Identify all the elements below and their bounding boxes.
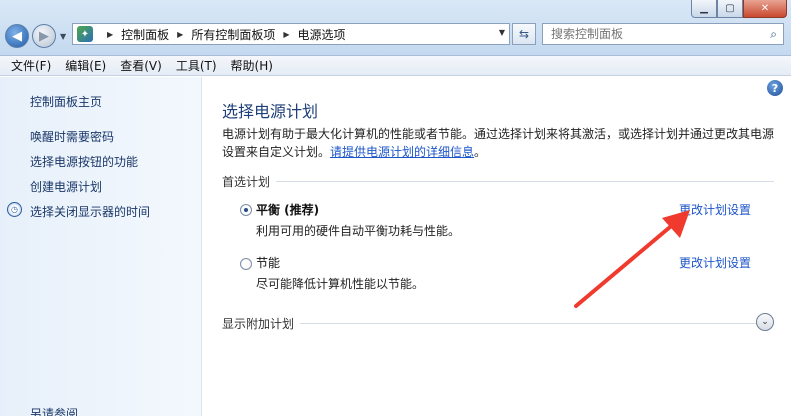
- sidebar-item-wake-password[interactable]: 唤醒时需要密码: [30, 128, 114, 145]
- address-bar[interactable]: ✦ ▶ 控制面板 ▶ 所有控制面板项 ▶ 电源选项 ▼: [72, 23, 510, 45]
- forward-button[interactable]: ▶: [32, 24, 56, 48]
- power-saver-plan-name[interactable]: 节能: [256, 254, 280, 271]
- breadcrumb-separator-icon[interactable]: ▶: [177, 30, 183, 39]
- power-plan-info-link[interactable]: 请提供电源计划的详细信息: [330, 145, 474, 159]
- recent-pages-dropdown-icon[interactable]: ▼: [60, 32, 66, 41]
- additional-plans-section[interactable]: 显示附加计划: [222, 315, 774, 332]
- section-divider: [300, 323, 774, 324]
- sidebar-see-also-label: 另请参阅: [30, 407, 79, 416]
- preferred-plans-section: 首选计划: [222, 173, 774, 190]
- close-button[interactable]: ✕: [743, 0, 787, 18]
- control-panel-icon: ✦: [77, 26, 93, 42]
- change-balanced-plan-settings-link[interactable]: 更改计划设置: [679, 201, 751, 218]
- title-bar: ▁ ▢ ✕ ◀ ▶ ▼ ✦ ▶ 控制面板 ▶ 所有控制面板项 ▶ 电源选项 ▼ …: [0, 0, 791, 56]
- clock-icon: ◷: [7, 202, 22, 217]
- search-input[interactable]: [551, 27, 751, 41]
- window-controls: ▁ ▢ ✕: [691, 0, 787, 18]
- power-saver-plan-radio[interactable]: [240, 258, 252, 270]
- breadcrumb-all-items[interactable]: 所有控制面板项: [191, 26, 275, 43]
- section-divider: [276, 181, 774, 182]
- main-content: ? 选择电源计划 电源计划有助于最大化计算机的性能或者节能。通过选择计划来将其激…: [203, 77, 791, 416]
- menu-edit[interactable]: 编辑(E): [58, 57, 113, 74]
- maximize-button[interactable]: ▢: [717, 0, 743, 18]
- search-box[interactable]: ⌕: [542, 23, 784, 45]
- additional-plans-label[interactable]: 显示附加计划: [222, 315, 300, 332]
- balanced-plan-description: 利用可用的硬件自动平衡功耗与性能。: [256, 224, 461, 238]
- sidebar-item-create-plan[interactable]: 创建电源计划: [30, 178, 102, 195]
- menu-file[interactable]: 文件(F): [4, 57, 58, 74]
- refresh-button[interactable]: ⇆: [512, 23, 536, 45]
- change-power-saver-plan-settings-link[interactable]: 更改计划设置: [679, 254, 751, 271]
- balanced-plan-name[interactable]: 平衡 (推荐): [256, 201, 319, 218]
- sidebar-item-control-panel-home[interactable]: 控制面板主页: [30, 93, 102, 110]
- page-description: 电源计划有助于最大化计算机的性能或者节能。通过选择计划来将其激活，或选择计划并通…: [222, 125, 782, 161]
- breadcrumb-power-options[interactable]: 电源选项: [298, 26, 346, 43]
- help-icon[interactable]: ?: [767, 80, 783, 96]
- expand-chevron-icon[interactable]: ⌄: [756, 313, 774, 331]
- search-icon[interactable]: ⌕: [770, 27, 777, 42]
- preferred-plans-label: 首选计划: [222, 175, 271, 189]
- minimize-button[interactable]: ▁: [691, 0, 717, 18]
- breadcrumb-control-panel[interactable]: 控制面板: [121, 26, 169, 43]
- menu-help[interactable]: 帮助(H): [224, 57, 280, 74]
- page-title: 选择电源计划: [222, 102, 319, 121]
- address-dropdown-icon[interactable]: ▼: [499, 28, 505, 37]
- description-text: 电源计划有助于最大化计算机的性能或者节能。通过选择计划来将其激活，或选择计划并通…: [222, 127, 775, 159]
- description-end: 。: [474, 145, 487, 159]
- back-button[interactable]: ◀: [5, 24, 29, 48]
- sidebar-item-display-off-time[interactable]: 选择关闭显示器的时间: [30, 203, 150, 220]
- menu-bar: 文件(F) 编辑(E) 查看(V) 工具(T) 帮助(H): [0, 56, 791, 76]
- breadcrumb-separator-icon[interactable]: ▶: [107, 30, 113, 39]
- menu-view[interactable]: 查看(V): [113, 57, 169, 74]
- menu-tools[interactable]: 工具(T): [169, 57, 224, 74]
- sidebar-item-power-button[interactable]: 选择电源按钮的功能: [30, 153, 138, 170]
- breadcrumb-separator-icon[interactable]: ▶: [283, 30, 289, 39]
- balanced-plan-radio[interactable]: [240, 204, 252, 216]
- power-saver-plan-description: 尽可能降低计算机性能以节能。: [256, 277, 425, 291]
- task-pane: 控制面板主页 唤醒时需要密码 选择电源按钮的功能 创建电源计划 ◷ 选择关闭显示…: [0, 77, 202, 416]
